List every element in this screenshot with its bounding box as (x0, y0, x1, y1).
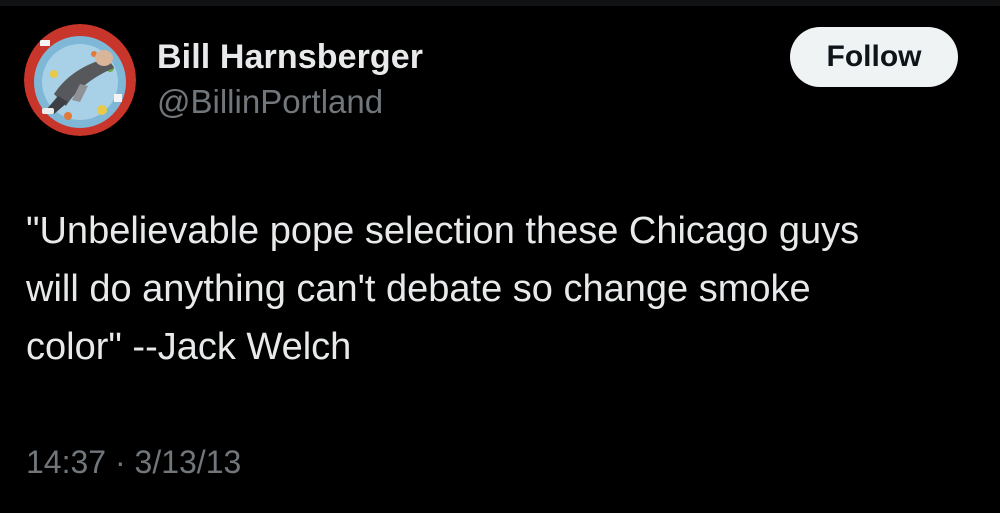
tweet-text-line: color" --Jack Welch (26, 326, 352, 368)
follow-button[interactable]: Follow (790, 27, 958, 87)
author-avatar[interactable] (24, 24, 136, 136)
tweet-metadata: 14:37 · 3/13/13 (26, 444, 241, 481)
tweet-text-line: "Unbelievable pope selection these Chica… (26, 210, 860, 252)
tweet-date[interactable]: 3/13/13 (135, 444, 242, 480)
tweet-card: Bill Harnsberger @BillinPortland Follow … (0, 0, 1000, 513)
avatar-image (24, 24, 136, 136)
meta-separator: · (114, 444, 126, 480)
tweet-text-line: will do anything can't debate so change … (26, 268, 811, 310)
follow-button-label: Follow (826, 40, 922, 73)
tweet-time[interactable]: 14:37 (26, 444, 106, 480)
author-name[interactable]: Bill Harnsberger (157, 38, 423, 77)
tweet-text: "Unbelievable pope selection these Chica… (26, 202, 986, 376)
author-handle[interactable]: @BillinPortland (157, 83, 383, 121)
